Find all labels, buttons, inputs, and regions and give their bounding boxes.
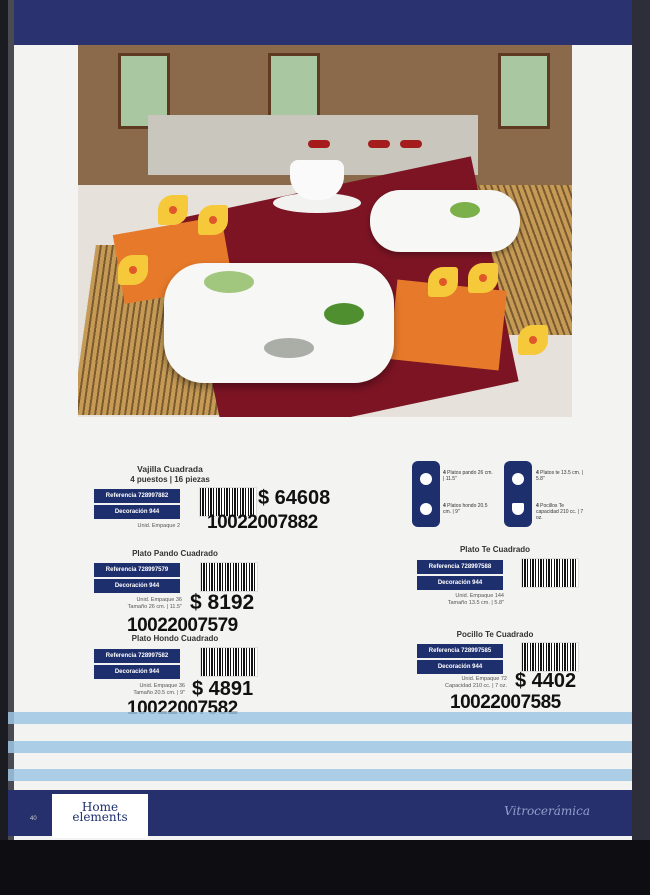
product-photo — [78, 45, 572, 417]
product-code: 10022007882 — [207, 512, 318, 533]
barcode — [521, 642, 579, 672]
reference-box: Referencia 728997585 Decoración 944 — [417, 644, 503, 674]
page-number: 40 — [30, 816, 37, 822]
reference-box: Referencia 728997582 Decoración 944 — [94, 649, 180, 679]
lily-flower — [198, 205, 228, 235]
set-contents-panel — [412, 461, 440, 527]
size: Tamaño 26 cm. | 11.5" — [127, 604, 182, 610]
page-edge — [632, 0, 650, 895]
logo-line-2: elements — [72, 810, 128, 824]
unit-pack: Unid. Empaque 2 — [137, 523, 181, 529]
kitchen-window — [498, 53, 550, 129]
leaf-pattern — [324, 303, 364, 325]
price: $ 4402 — [515, 670, 577, 692]
leaf-pattern — [450, 202, 480, 218]
set-item: 4 Pocillos Te capacidad 210 cc. | 7 oz. — [536, 503, 584, 521]
top-band — [8, 0, 632, 45]
lily-flower — [428, 267, 458, 297]
square-soup-plate — [370, 190, 520, 252]
size: Tamaño 20.5 cm. | 9" — [133, 690, 185, 696]
decorative-stripe — [8, 712, 632, 724]
leaf-pattern — [264, 338, 314, 358]
set-item: 4 Platos pando 26 cm. | 11.5" — [443, 470, 493, 482]
barcode — [521, 558, 579, 588]
decoration-label: Decoración 944 — [94, 505, 180, 519]
set-reference-box: Referencia 728997882 Decoración 944 — [94, 489, 180, 519]
decoration-label: Decoración 944 — [417, 660, 503, 674]
decoration-label: Decoración 944 — [94, 665, 180, 679]
reference-label: Referencia 728997582 — [94, 649, 180, 663]
cup-icon — [512, 503, 524, 515]
product-title: Pocillo Te Cuadrado — [456, 630, 534, 639]
set-contents-panel — [504, 461, 532, 527]
background-surface — [0, 840, 650, 895]
lily-flower — [518, 325, 548, 355]
saucer-icon — [512, 473, 524, 485]
barcode — [200, 562, 258, 592]
decoration-label: Decoración 944 — [94, 579, 180, 593]
brand-logo: Home elements — [52, 794, 148, 838]
reference-label: Referencia 728997588 — [417, 560, 503, 574]
decorative-stripe — [8, 741, 632, 753]
price: $ 64608 — [258, 487, 331, 509]
decoration-label: Decoración 944 — [417, 576, 503, 590]
product-title: Plato Pando Cuadrado — [132, 549, 218, 558]
product-title: Plato Te Cuadrado — [459, 545, 531, 554]
capacity: Capacidad 210 cc. | 7 oz. — [445, 683, 507, 689]
logo-text: Home elements — [52, 801, 148, 824]
product-title: Plato Hondo Cuadrado — [131, 634, 219, 643]
product-code: 10022007585 — [450, 692, 561, 713]
reference-label: Referencia 728997585 — [417, 644, 503, 658]
set-item: 4 Platos hondo 20.5 cm. | 9" — [443, 503, 488, 515]
plate-icon — [420, 503, 432, 515]
lily-flower — [118, 255, 148, 285]
reference-box: Referencia 728997588 Decoración 944 — [417, 560, 503, 590]
bar-stool — [368, 140, 390, 148]
bar-stool — [400, 140, 422, 148]
leaf-pattern — [204, 271, 254, 293]
plate-icon — [420, 473, 432, 485]
size: Tamaño 13.5 cm. | 5.8" — [447, 600, 504, 606]
reference-box: Referencia 728997579 Decoración 944 — [94, 563, 180, 593]
lily-flower — [158, 195, 188, 225]
decorative-stripe — [8, 769, 632, 781]
square-dinner-plate — [164, 263, 394, 383]
set-item: 4 Platos te 13.5 cm. | 5.8" — [536, 470, 583, 482]
reference-label: Referencia 728997882 — [94, 489, 180, 503]
section-title: Vitrocerámica — [504, 804, 590, 818]
lily-flower — [468, 263, 498, 293]
reference-label: Referencia 728997579 — [94, 563, 180, 577]
bar-stool — [308, 140, 330, 148]
barcode — [200, 647, 258, 677]
set-subtitle: 4 puestos | 16 piezas — [130, 475, 210, 484]
set-title: Vajilla Cuadrada — [137, 464, 203, 474]
price: $ 8192 — [190, 591, 255, 614]
